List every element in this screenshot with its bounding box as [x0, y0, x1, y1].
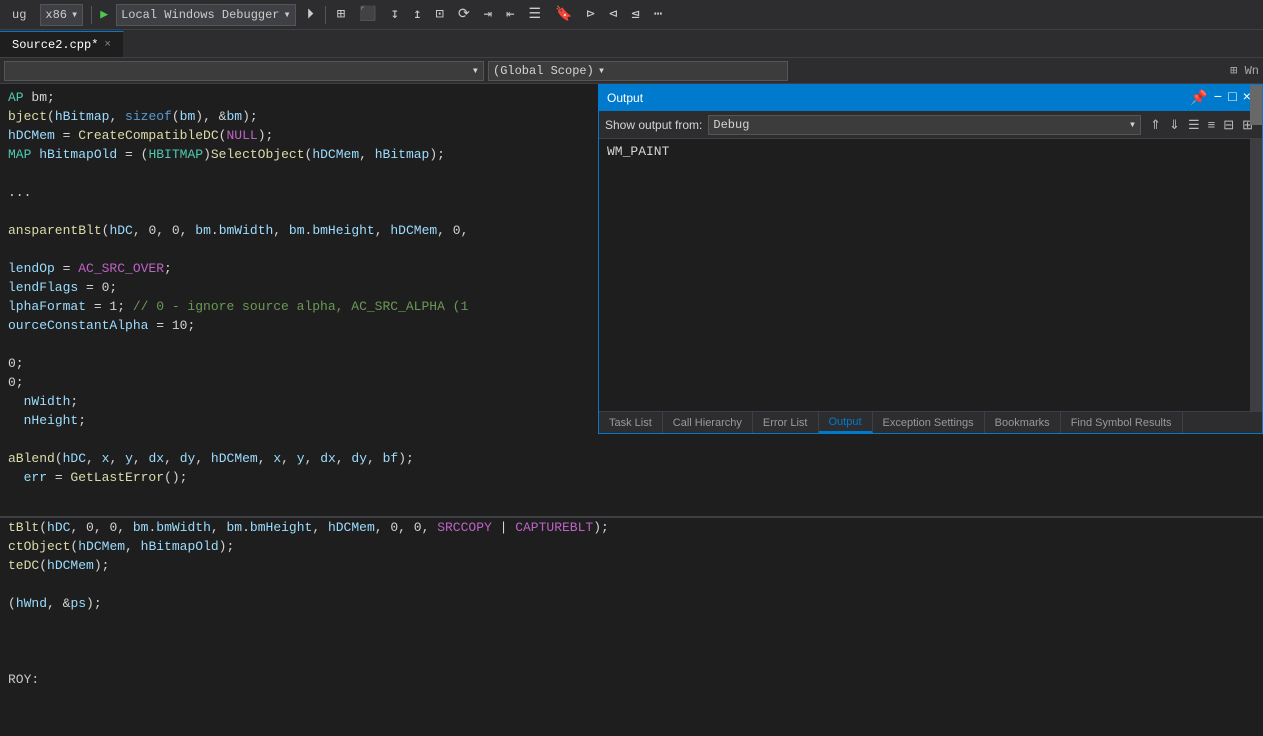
output-content[interactable]: WM_PAINT: [599, 139, 1250, 411]
code-line: err = GetLastError();: [0, 468, 1263, 487]
toolbar-icon-12[interactable]: ⊳: [584, 4, 598, 25]
toolbar-icon-15[interactable]: ⋯: [651, 4, 665, 25]
code-line: aBlend(hDC, x, y, dx, dy, hDCMem, x, y, …: [0, 449, 1263, 468]
toolbar-icon-6[interactable]: ⊡: [433, 4, 447, 25]
output-toolbar: Show output from: Debug ▾ ⇑ ⇓ ☰ ≡ ⊟ ⊞: [599, 111, 1262, 139]
output-btn-1[interactable]: ⇑: [1147, 116, 1164, 134]
bottom-tab-bookmarks[interactable]: Bookmarks: [985, 412, 1061, 433]
play-button[interactable]: ▶: [100, 7, 108, 22]
toolbar-icon-8[interactable]: ⇥: [481, 4, 495, 25]
output-minimize-icon[interactable]: −: [1211, 90, 1225, 106]
code-line: teDC(hDCMem);: [0, 556, 1263, 575]
toolbar-icon-1[interactable]: ⏵: [304, 5, 317, 25]
bottom-tab-task-list[interactable]: Task List: [599, 412, 663, 433]
output-btn-5[interactable]: ⊟: [1220, 116, 1237, 134]
scope-value: (Global Scope): [493, 64, 594, 78]
scope-dropdown-2[interactable]: (Global Scope) ▾: [488, 61, 788, 81]
scope-right: ⊞ Wn: [1230, 63, 1259, 78]
output-btn-2[interactable]: ⇓: [1166, 116, 1183, 134]
toolbar-icon-11[interactable]: 🔖: [552, 4, 575, 25]
code-line: [0, 575, 1263, 594]
toolbar-separator-1: [91, 6, 92, 24]
output-btn-4[interactable]: ≡: [1205, 116, 1219, 134]
output-source-value: Debug: [713, 118, 749, 132]
output-panel-title: Output: [607, 91, 1187, 105]
output-btn-3[interactable]: ☰: [1185, 116, 1203, 134]
scope-bar: ▾ (Global Scope) ▾ ⊞ Wn: [0, 58, 1263, 84]
code-line: tBlt(hDC, 0, 0, bm.bmWidth, bm.bmHeight,…: [0, 518, 1263, 537]
toolbar-icon-2[interactable]: ⊞: [334, 4, 348, 25]
bottom-code-area[interactable]: tBlt(hDC, 0, 0, bm.bmWidth, bm.bmHeight,…: [0, 516, 1263, 736]
tab-bar: Source2.cpp* ×: [0, 30, 1263, 58]
toolbar-icon-13[interactable]: ⊲: [606, 4, 620, 25]
code-line: [0, 651, 1263, 670]
code-line: [0, 613, 1263, 632]
output-pin-icon[interactable]: 📌: [1187, 90, 1210, 107]
code-line: ROY:: [0, 670, 1263, 689]
toolbar-icon-9[interactable]: ⇤: [503, 4, 517, 25]
debugger-dropdown[interactable]: Local Windows Debugger ▾: [116, 4, 296, 26]
bottom-tab-call-hierarchy[interactable]: Call Hierarchy: [663, 412, 753, 433]
output-content-wrapper: WM_PAINT: [599, 139, 1262, 411]
output-text-line: WM_PAINT: [607, 143, 1242, 161]
output-source-dropdown[interactable]: Debug ▾: [708, 115, 1141, 135]
tab-close-icon[interactable]: ×: [104, 39, 111, 51]
scope-dropdown-1[interactable]: ▾: [4, 61, 484, 81]
toolbar-icon-10[interactable]: ☰: [526, 4, 545, 25]
output-scrollbar[interactable]: [1250, 139, 1262, 411]
main-area: AP bm;bject(hBitmap, sizeof(bm), &bm);hD…: [0, 84, 1263, 516]
code-line: ctObject(hDCMem, hBitmapOld);: [0, 537, 1263, 556]
toolbar-icon-7[interactable]: ⟳: [455, 4, 473, 25]
show-output-label: Show output from:: [605, 118, 702, 132]
tab-label: Source2.cpp*: [12, 38, 98, 52]
tab-source2-cpp[interactable]: Source2.cpp* ×: [0, 31, 124, 57]
bottom-tab-output[interactable]: Output: [819, 412, 873, 433]
output-panel: Output 📌 − □ × Show output from: Debug ▾…: [598, 84, 1263, 434]
bottom-tabs: Task ListCall HierarchyError ListOutputE…: [599, 411, 1262, 433]
output-maximize-icon[interactable]: □: [1225, 90, 1239, 106]
bottom-tab-error-list[interactable]: Error List: [753, 412, 819, 433]
code-line: (hWnd, &ps);: [0, 594, 1263, 613]
output-toolbar-btns: ⇑ ⇓ ☰ ≡ ⊟ ⊞: [1147, 116, 1256, 134]
bottom-tab-exception-settings[interactable]: Exception Settings: [873, 412, 985, 433]
toolbar-icon-5[interactable]: ↥: [410, 4, 424, 25]
toolbar-icon-4[interactable]: ↧: [388, 4, 402, 25]
bottom-tab-find-symbol-results[interactable]: Find Symbol Results: [1061, 412, 1183, 433]
toolbar-icon-14[interactable]: ⊴: [628, 4, 642, 25]
toolbar-separator-2: [325, 6, 326, 24]
main-toolbar: ug x86 ▾ ▶ Local Windows Debugger ▾ ⏵ ⊞ …: [0, 0, 1263, 30]
debug-menu[interactable]: ug: [6, 6, 32, 24]
code-line: [0, 632, 1263, 651]
platform-dropdown[interactable]: x86 ▾: [40, 4, 83, 26]
output-panel-titlebar: Output 📌 − □ ×: [599, 85, 1262, 111]
toolbar-icon-3[interactable]: ⬛: [356, 4, 379, 25]
